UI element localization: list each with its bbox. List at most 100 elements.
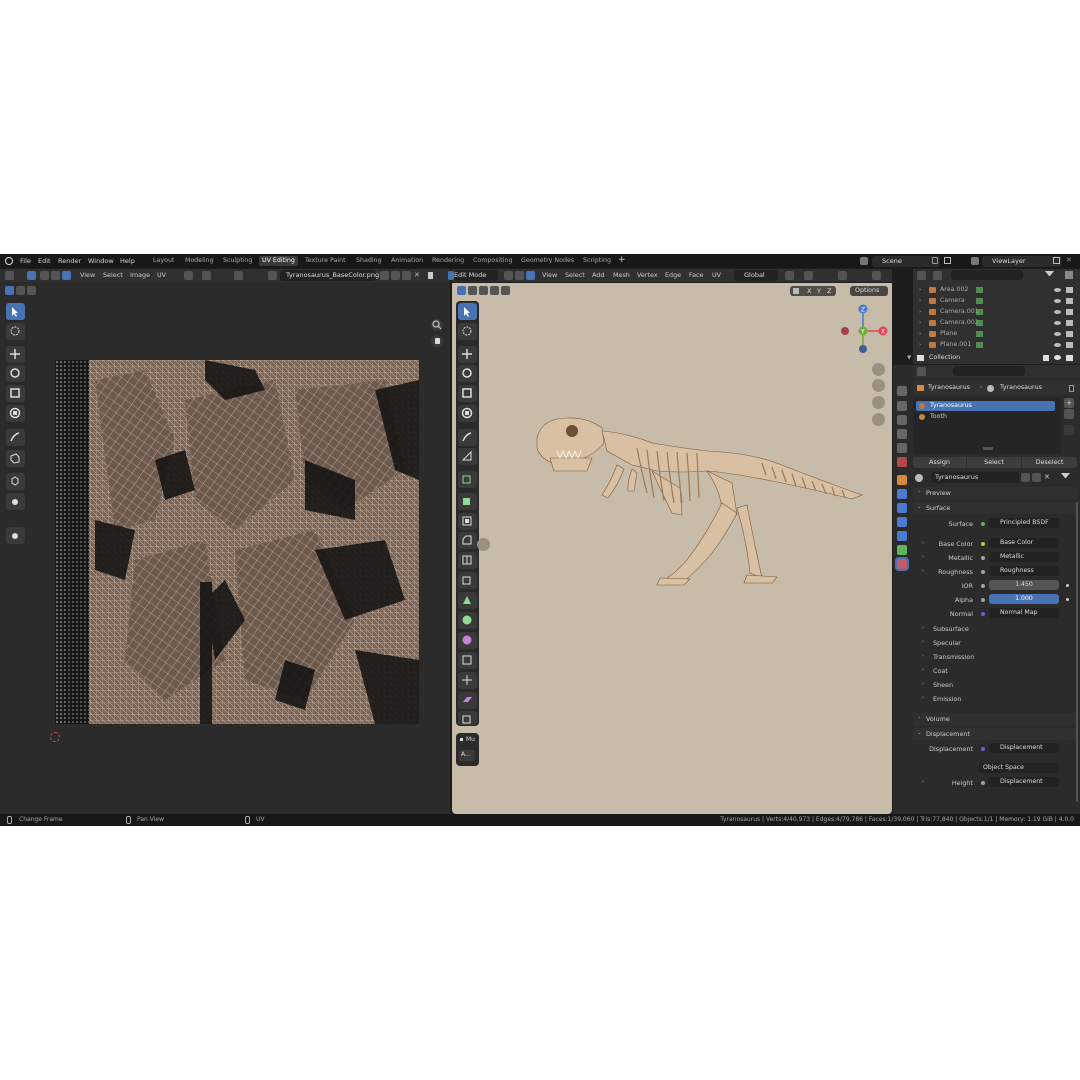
material-slot-row[interactable]: Tooth: [916, 412, 1055, 422]
world-tab-icon[interactable]: [897, 457, 907, 467]
snap-icon[interactable]: [202, 271, 211, 280]
collection-expand-icon[interactable]: ▼: [907, 355, 911, 361]
tab-shading[interactable]: Shading: [353, 256, 385, 266]
edge-mode-icon[interactable]: [515, 271, 524, 280]
socket-dot-icon[interactable]: [981, 556, 985, 560]
keyframe-dot-icon[interactable]: [1066, 598, 1069, 601]
socket-dot-icon[interactable]: [981, 747, 985, 751]
uv-map-canvas[interactable]: [55, 360, 419, 724]
collection-render-icon[interactable]: [1066, 355, 1073, 361]
property-field[interactable]: 1.450: [989, 580, 1059, 590]
viewport-menu-uv[interactable]: UV: [712, 271, 721, 280]
vp-move-tool[interactable]: [458, 346, 477, 363]
render-visibility-icon[interactable]: [1066, 342, 1073, 348]
deselect-button[interactable]: Deselect: [1022, 457, 1077, 468]
socket-dot-icon[interactable]: [981, 584, 985, 588]
hide-in-viewport-icon[interactable]: [1054, 343, 1061, 347]
output-tab-icon[interactable]: [897, 415, 907, 425]
menu-render[interactable]: Render: [58, 257, 81, 265]
properties-search-field[interactable]: [953, 366, 1025, 376]
filter-icon[interactable]: [1045, 271, 1054, 279]
property-field[interactable]: Base Color: [989, 538, 1059, 548]
property-field[interactable]: Normal Map: [989, 608, 1059, 618]
outliner-expand-icon[interactable]: ›: [919, 331, 921, 337]
hide-in-viewport-icon[interactable]: [1054, 310, 1061, 314]
collection-checkbox-icon[interactable]: [1043, 355, 1049, 361]
rotate-tool[interactable]: [6, 365, 25, 382]
remove-slot-button[interactable]: [1064, 409, 1074, 419]
tab-sculpting[interactable]: Sculpting: [220, 256, 255, 266]
viewport-snap-icon[interactable]: [804, 271, 813, 280]
camera-view-icon[interactable]: [872, 396, 885, 409]
data-tab-icon[interactable]: [897, 545, 907, 555]
scene-icon[interactable]: [860, 257, 868, 265]
mirror-icon[interactable]: [793, 288, 799, 294]
property-field[interactable]: Displacement: [989, 743, 1059, 753]
tab-uv-editing[interactable]: UV Editing: [259, 256, 298, 266]
edge-select-icon[interactable]: [51, 271, 60, 280]
render-visibility-icon[interactable]: [1066, 309, 1073, 315]
select-button[interactable]: Select: [967, 457, 1021, 468]
subsection-row[interactable]: › Subsurface: [913, 623, 1077, 634]
collection-visibility-icon[interactable]: [1054, 355, 1061, 360]
space-selector[interactable]: Object Space: [979, 763, 1059, 773]
viewport-select-invert-icon[interactable]: [490, 286, 499, 295]
vp-edge-slide-tool[interactable]: [458, 652, 477, 669]
select-mode-icons[interactable]: [5, 286, 37, 295]
annotate-tool[interactable]: [6, 429, 25, 446]
tab-compositing[interactable]: Compositing: [470, 256, 515, 266]
subsection-row[interactable]: › Specular: [913, 637, 1077, 648]
render-visibility-icon[interactable]: [1066, 298, 1073, 304]
region-toggle-icon[interactable]: [477, 538, 490, 551]
add-slot-button[interactable]: +: [1064, 398, 1074, 408]
outliner-expand-icon[interactable]: ›: [919, 287, 921, 293]
menu-edit[interactable]: Edit: [38, 257, 51, 265]
properties-scrollbar[interactable]: [1076, 502, 1078, 802]
menu-help[interactable]: Help: [120, 257, 135, 265]
vp-shrink-tool[interactable]: [458, 672, 477, 689]
property-field[interactable]: Principled BSDF: [989, 518, 1059, 528]
vp-inset-tool[interactable]: [458, 513, 477, 530]
render-visibility-icon[interactable]: [1066, 331, 1073, 337]
vp-transform-tool[interactable]: [458, 405, 477, 422]
surface-panel-header[interactable]: ⌄ Surface: [913, 502, 1077, 514]
vp-smooth-tool[interactable]: [458, 632, 477, 649]
vp-loop-cut-tool[interactable]: [458, 552, 477, 569]
scale-tool[interactable]: [6, 385, 25, 402]
tab-modeling[interactable]: Modeling: [182, 256, 217, 266]
outliner-row[interactable]: › Plane: [913, 329, 1080, 339]
particles-tab-icon[interactable]: [897, 503, 907, 513]
vp-rotate-tool[interactable]: [458, 365, 477, 382]
vp-add-cube-tool[interactable]: [458, 471, 477, 488]
socket-dot-icon[interactable]: [981, 598, 985, 602]
vertex-mode-icon[interactable]: [504, 271, 513, 280]
outliner-row[interactable]: › Plane.001: [913, 340, 1080, 350]
view-layer-icon[interactable]: [971, 257, 979, 265]
slot-specials-button[interactable]: [1064, 425, 1074, 435]
viewport-select-extend-icon[interactable]: [468, 286, 477, 295]
tab-scripting[interactable]: Scripting: [580, 256, 614, 266]
vp-cursor-tool[interactable]: [458, 323, 477, 340]
vertex-select-icon[interactable]: [40, 271, 49, 280]
material-fake-user-icon[interactable]: [1021, 473, 1030, 482]
outliner-row[interactable]: › Camera: [913, 296, 1080, 306]
socket-dot-icon[interactable]: [981, 522, 985, 526]
volume-panel-header[interactable]: › Volume: [913, 713, 1077, 725]
material-tab-icon[interactable]: [895, 557, 909, 571]
viewport-select-intersect-icon[interactable]: [501, 286, 510, 295]
relax-tool[interactable]: [6, 493, 25, 510]
material-name-field[interactable]: Tyranosaurus: [931, 472, 1019, 483]
navigation-gizmo[interactable]: Z X Y: [835, 303, 891, 359]
fake-user-icon[interactable]: [380, 271, 389, 280]
viewport-menu-select[interactable]: Select: [565, 271, 585, 280]
socket-dot-icon[interactable]: [981, 570, 985, 574]
image-name-field[interactable]: Tyranosaurus_BaseColor.png: [280, 270, 379, 281]
vp-select-tool[interactable]: [458, 303, 477, 320]
socket-dot-icon[interactable]: [981, 542, 985, 546]
open-image-icon[interactable]: [402, 271, 411, 280]
property-field[interactable]: Roughness: [989, 566, 1059, 576]
outliner-expand-icon[interactable]: ›: [919, 342, 921, 348]
sculpt-hand-tool[interactable]: [6, 527, 25, 544]
blender-logo-icon[interactable]: [5, 257, 13, 265]
editor-type-icon[interactable]: [5, 271, 14, 280]
